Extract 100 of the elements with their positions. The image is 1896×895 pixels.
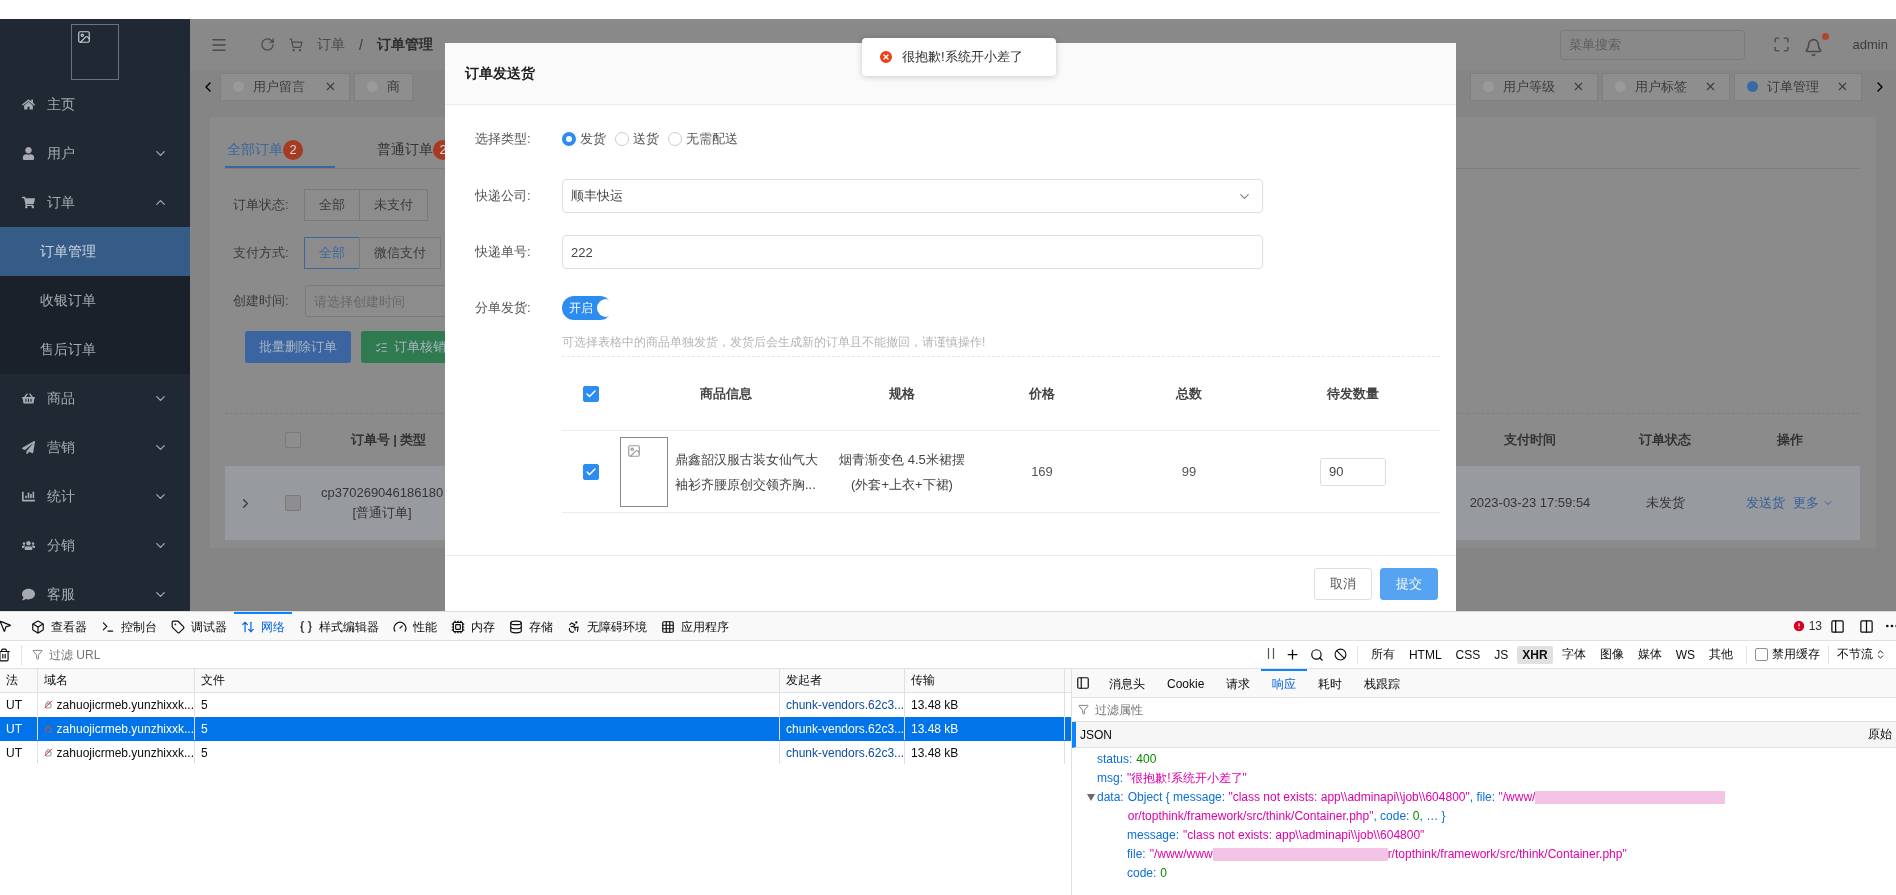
insecure-lock-icon — [44, 722, 53, 735]
request-row[interactable]: UT zahuojicrmeb.yunzhixxk... 5 chunk-vendors.62c3... 13.48 kB — [0, 717, 1071, 741]
type-filter[interactable]: XHR — [1517, 645, 1553, 664]
form-label: 分单发货: — [475, 299, 532, 317]
sidebar-subitem[interactable]: 售后订单 — [0, 325, 190, 374]
sidebar-subitem[interactable]: 订单管理 — [0, 227, 190, 276]
pause-icon[interactable] — [1266, 647, 1275, 662]
close-icon[interactable] — [1836, 80, 1849, 93]
search-icon[interactable] — [1309, 647, 1324, 662]
type-filter[interactable]: 字体 — [1556, 644, 1591, 665]
error-count[interactable]: 13 — [1791, 619, 1822, 633]
tab-dot-icon — [1747, 81, 1758, 92]
cube-icon — [31, 620, 45, 634]
page-tab[interactable]: 商 — [354, 72, 413, 101]
sidebar-item[interactable]: 订单 — [0, 178, 190, 227]
sidebar-subitem[interactable]: 收银订单 — [0, 276, 190, 325]
radio-option[interactable]: 送货 — [615, 130, 659, 148]
sidebar-item[interactable]: 商品 — [0, 374, 190, 423]
accessibility-icon — [567, 620, 581, 634]
sidebar-item[interactable]: 分销 — [0, 521, 190, 570]
column-header[interactable]: 域名 — [38, 669, 195, 692]
radio-option[interactable]: 无需配送 — [668, 130, 738, 148]
devtools-tab[interactable]: 性能 — [386, 611, 444, 641]
user-icon — [22, 147, 35, 160]
sidebar-item[interactable]: 用户 — [0, 129, 190, 178]
url-filter-field[interactable]: 过滤 URL — [47, 646, 347, 663]
page-tab[interactable]: 用户留言 — [220, 72, 350, 101]
checkbox[interactable] — [583, 385, 599, 402]
sidebar-item[interactable]: 营销 — [0, 423, 190, 472]
initiator-link[interactable]: chunk-vendors.62c3... — [786, 745, 904, 760]
throttle-select[interactable]: 不节流 — [1837, 646, 1873, 663]
sidebar-item[interactable]: 主页 — [0, 80, 190, 129]
type-filter[interactable]: JS — [1489, 645, 1514, 664]
initiator-link[interactable]: chunk-vendors.62c3... — [786, 721, 904, 736]
devtools-tab[interactable]: 应用程序 — [654, 611, 736, 641]
disable-cache-checkbox[interactable]: 禁用缓存 — [1755, 646, 1820, 663]
type-filter[interactable]: 其他 — [1704, 644, 1738, 665]
column-header: 操作 — [1777, 431, 1803, 449]
close-icon[interactable] — [324, 80, 337, 93]
paper-plane-icon — [22, 441, 35, 454]
type-filter[interactable]: CSS — [1450, 645, 1486, 664]
detail-tab[interactable]: 请求 — [1215, 668, 1262, 698]
column-header[interactable]: 传输 — [905, 669, 1065, 692]
bell-icon[interactable] — [1803, 32, 1829, 57]
form-label: 快递单号: — [475, 243, 532, 261]
json-text: , file: — [1469, 790, 1497, 804]
devtools-tab[interactable]: 网络 — [234, 611, 292, 641]
filter-label: 订单状态: — [232, 196, 290, 214]
order-tab[interactable]: 全部订单 2 — [225, 133, 335, 168]
cart-icon — [22, 196, 35, 209]
tracking-number-field[interactable]: 222 — [562, 235, 1263, 269]
radio-option[interactable]: 发货 — [562, 130, 606, 148]
checkbox[interactable] — [285, 495, 301, 511]
detail-tab[interactable]: 栈跟踪 — [1353, 668, 1412, 698]
devtools-tab[interactable]: 无障碍环境 — [560, 611, 654, 641]
close-icon[interactable] — [1704, 80, 1717, 93]
sidebar-item[interactable]: 统计 — [0, 472, 190, 521]
type-filter[interactable]: 图像 — [1594, 644, 1629, 665]
triangle-down-icon[interactable] — [1086, 794, 1095, 801]
type-filter[interactable]: 所有 — [1365, 644, 1400, 665]
type-filter[interactable]: WS — [1670, 645, 1700, 664]
courier-select[interactable]: 顺丰快运 — [562, 179, 1263, 213]
refresh-icon[interactable] — [260, 37, 275, 52]
panel-toggle-icon[interactable] — [1076, 676, 1090, 690]
json-string: "很抱歉!系统开小差了" — [1127, 771, 1247, 785]
column-header[interactable]: 发起者 — [780, 669, 905, 692]
initiator-link[interactable]: chunk-vendors.62c3... — [786, 697, 904, 712]
type-filter[interactable]: HTML — [1403, 645, 1447, 664]
layout-icon[interactable] — [1830, 618, 1845, 634]
file-cell: 5 — [201, 721, 208, 736]
detail-tab[interactable]: 耗时 — [1307, 668, 1354, 698]
page-tab[interactable]: 用户等级 — [1470, 72, 1598, 101]
sidebar-item[interactable]: 客服 — [0, 570, 190, 611]
quantity-field[interactable]: 90 — [1320, 457, 1386, 486]
picker-icon[interactable] — [0, 619, 12, 633]
json-string: "class not exists: app\\adminapi\\job\\604800" — [1228, 790, 1470, 804]
detail-tab[interactable]: 响应 — [1261, 668, 1308, 698]
close-icon[interactable] — [1572, 80, 1585, 93]
raw-toggle[interactable]: 原始 — [1868, 726, 1892, 743]
dock-icon[interactable] — [1859, 618, 1874, 634]
block-icon[interactable] — [1333, 648, 1347, 661]
devtools-tab[interactable]: 内存 — [444, 611, 502, 641]
trash-icon[interactable] — [0, 647, 11, 662]
devtools-tab[interactable]: 样式编辑器 — [292, 611, 386, 641]
dialog-button[interactable]: 取消 — [1314, 567, 1372, 600]
property-filter-field[interactable]: 过滤属性 — [1093, 701, 1393, 718]
page-tab[interactable]: 订单管理 — [1734, 72, 1862, 101]
plus-icon[interactable] — [1284, 647, 1300, 662]
detail-tab[interactable]: Cookie — [1156, 668, 1216, 698]
devtools-tab[interactable]: 调试器 — [164, 611, 234, 641]
checkbox[interactable] — [583, 463, 599, 480]
check-icon — [585, 387, 597, 400]
page-tab[interactable]: 用户标签 — [1602, 72, 1730, 101]
devtools-tab[interactable]: 查看器 — [24, 611, 94, 641]
devtools-tab[interactable]: 控制台 — [94, 611, 164, 641]
devtools-tab[interactable]: 存储 — [502, 611, 560, 641]
type-filter[interactable]: 媒体 — [1632, 644, 1667, 665]
column-header[interactable]: 法 — [0, 669, 38, 692]
column-header[interactable]: 文件 — [195, 669, 780, 692]
detail-tab[interactable]: 消息头 — [1098, 668, 1156, 698]
